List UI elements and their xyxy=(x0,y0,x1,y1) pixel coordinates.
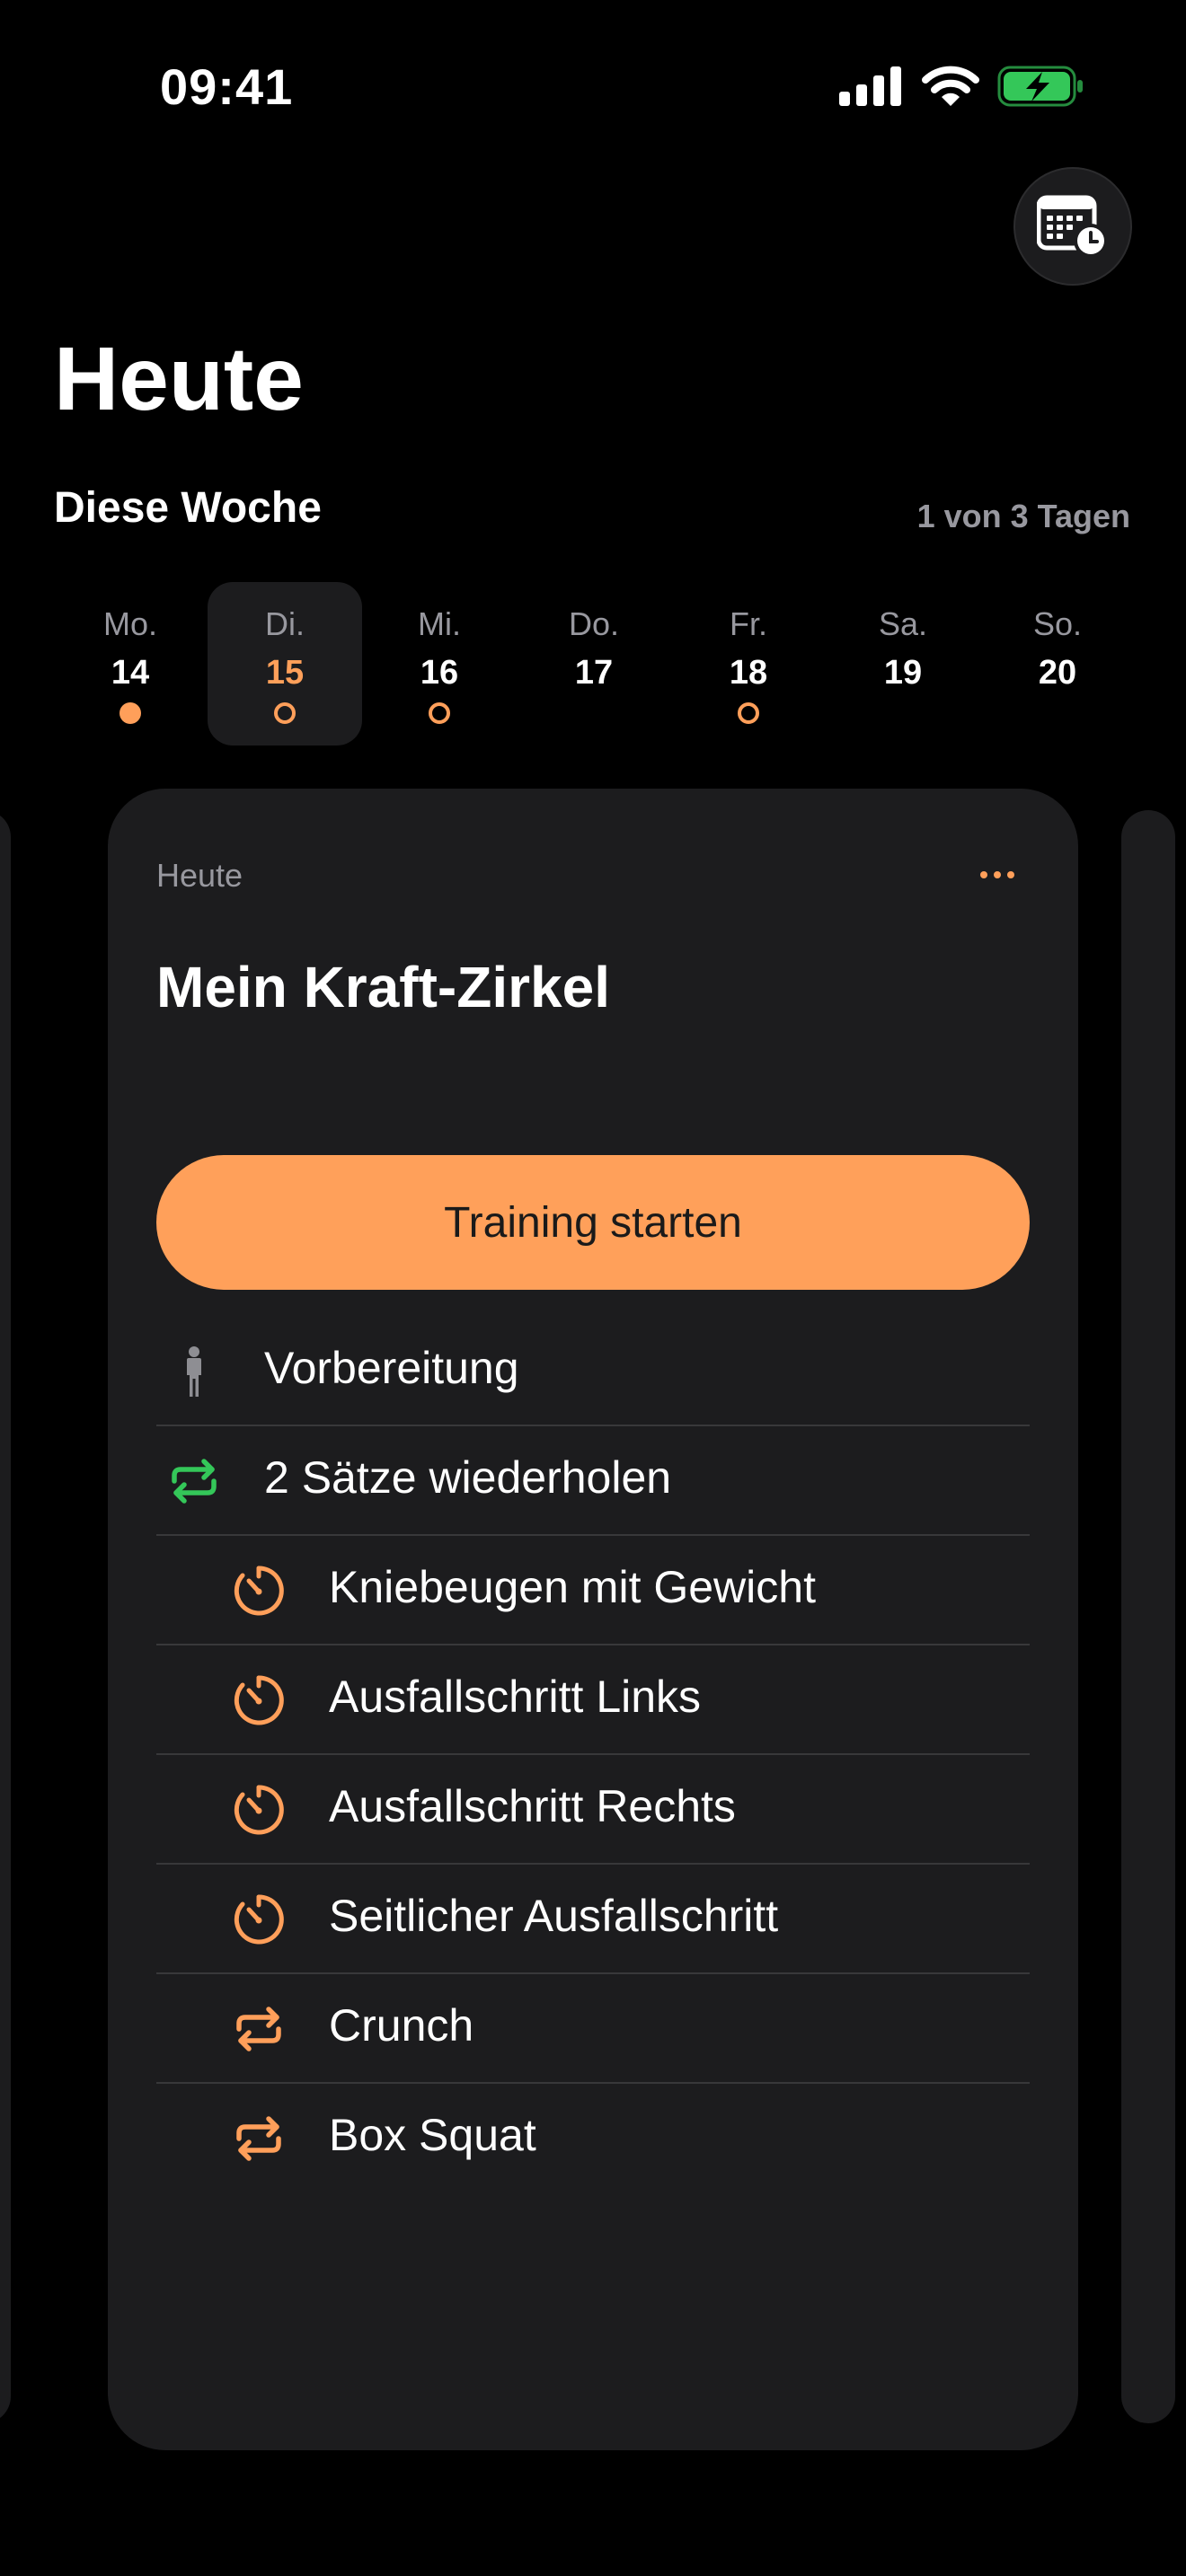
workout-card: Heute Mein Kraft-Zirkel Training starten… xyxy=(108,789,1078,2450)
timer-icon xyxy=(234,1566,284,1616)
step-row[interactable]: Vorbereitung xyxy=(156,1317,1030,1426)
previous-workout-card[interactable] xyxy=(0,810,11,2423)
status-time: 09:41 xyxy=(160,58,294,115)
day-friday[interactable]: Fr. 18 xyxy=(671,582,826,745)
repeat-icon xyxy=(236,2116,281,2161)
step-label: Crunch xyxy=(329,2000,474,2051)
step-label: Box Squat xyxy=(329,2110,536,2160)
step-label: Ausfallschritt Rechts xyxy=(329,1781,736,1831)
day-name: Fr. xyxy=(730,605,767,642)
step-row[interactable]: Kniebeugen mit Gewicht xyxy=(156,1536,1030,1645)
battery-charging-icon xyxy=(997,66,1083,107)
step-row[interactable]: Seitlicher Ausfallschritt xyxy=(156,1865,1030,1974)
day-name: Mo. xyxy=(102,605,157,642)
day-number: 15 xyxy=(265,654,305,692)
repeat-icon xyxy=(172,1459,217,1504)
day-number: 19 xyxy=(883,654,923,692)
day-name: So. xyxy=(1032,605,1083,642)
workout-today-screen: 09:41 Heute Diese Woche 1 von 3 Tagen Mo… xyxy=(0,0,1186,2576)
ellipsis-icon xyxy=(980,871,1014,878)
step-row[interactable]: Ausfallschritt Rechts xyxy=(156,1755,1030,1865)
timer-icon xyxy=(234,1894,284,1945)
step-row[interactable]: Ausfallschritt Links xyxy=(156,1645,1030,1755)
timer-icon xyxy=(234,1675,284,1725)
status-bar: 09:41 xyxy=(0,0,1186,180)
step-label: Vorbereitung xyxy=(264,1343,519,1393)
calendar-button[interactable] xyxy=(1013,167,1132,286)
day-number: 18 xyxy=(729,654,768,692)
workout-step-list: Vorbereitung 2 Sätze wiederholen Kniebeu… xyxy=(156,1317,1030,2193)
step-row[interactable]: 2 Sätze wiederholen xyxy=(156,1426,1030,1536)
day-name: Di. xyxy=(265,605,305,642)
day-name: Mi. xyxy=(418,605,461,642)
step-label: Kniebeugen mit Gewicht xyxy=(329,1562,816,1612)
day-sunday[interactable]: So. 20 xyxy=(980,582,1135,745)
day-name: Do. xyxy=(568,605,620,642)
step-label: 2 Sätze wiederholen xyxy=(264,1452,672,1503)
day-tuesday[interactable]: Di. 15 xyxy=(208,582,362,745)
day-thursday[interactable]: Do. 17 xyxy=(517,582,671,745)
repeat-icon xyxy=(236,2007,281,2051)
day-number: 20 xyxy=(1038,654,1077,692)
activity-dot-planned xyxy=(274,702,296,724)
day-saturday[interactable]: Sa. 19 xyxy=(826,582,980,745)
day-monday[interactable]: Mo. 14 xyxy=(53,582,208,745)
workout-title: Mein Kraft-Zirkel xyxy=(156,955,610,1019)
day-wednesday[interactable]: Mi. 16 xyxy=(362,582,517,745)
step-label: Ausfallschritt Links xyxy=(329,1672,702,1722)
page-title: Heute xyxy=(54,329,304,429)
activity-dot-planned xyxy=(738,702,759,724)
activity-dot-planned xyxy=(429,702,450,724)
timer-icon xyxy=(234,1785,284,1835)
activity-dot-completed xyxy=(119,702,141,724)
person-standing-icon xyxy=(187,1346,201,1397)
week-progress: 1 von 3 Tagen xyxy=(916,498,1130,534)
cellular-signal-icon xyxy=(839,66,901,106)
day-number: 17 xyxy=(574,654,614,692)
step-label: Seitlicher Ausfallschritt xyxy=(329,1891,779,1941)
wifi-icon xyxy=(922,66,979,106)
next-workout-card[interactable] xyxy=(1121,810,1175,2423)
calendar-clock-icon xyxy=(1037,195,1108,258)
step-row[interactable]: Box Squat xyxy=(156,2084,1030,2193)
more-options-button[interactable] xyxy=(961,842,1033,907)
step-row[interactable]: Crunch xyxy=(156,1974,1030,2084)
day-name: Sa. xyxy=(878,605,928,642)
week-strip: Mo. 14 Di. 15 Mi. 16 Do. 17 Fr. 18 Sa. 1… xyxy=(53,582,1131,745)
start-workout-button[interactable]: Training starten xyxy=(156,1155,1030,1290)
day-number: 14 xyxy=(111,654,150,692)
week-heading: Diese Woche xyxy=(54,484,322,532)
card-eyebrow: Heute xyxy=(156,857,243,894)
day-number: 16 xyxy=(420,654,459,692)
status-icons xyxy=(839,63,1084,110)
